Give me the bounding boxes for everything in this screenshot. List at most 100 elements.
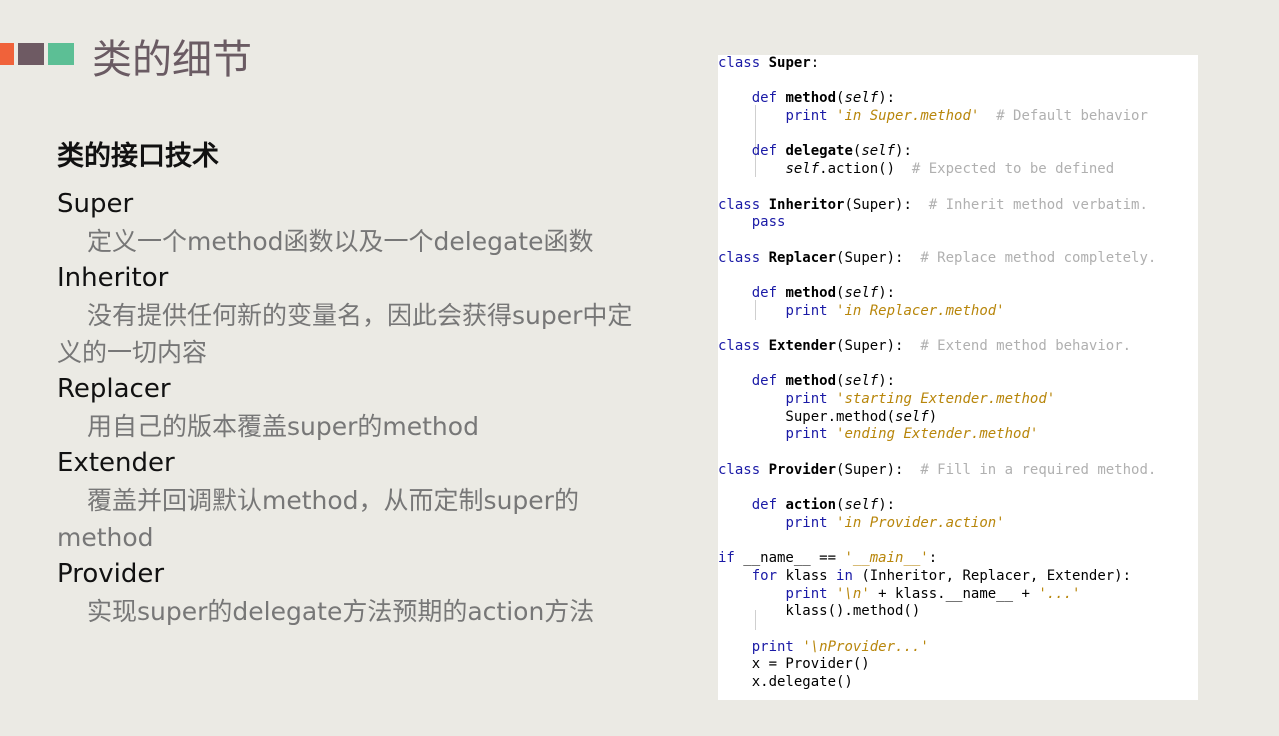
code-token: Inheritor: [768, 196, 845, 213]
code-token: 'in Provider.action': [836, 514, 1005, 531]
code-token: # Default behavior: [996, 108, 1148, 125]
code-line: print 'in Provider.action': [718, 515, 1198, 533]
code-line: print 'in Super.method' # Default behavi…: [718, 108, 1198, 126]
code-token: self: [895, 408, 929, 425]
code-token: def: [751, 373, 778, 390]
code-line: print '\n' + klass.__name__ + '...': [718, 586, 1198, 604]
code-token: def: [751, 284, 778, 301]
code-token: class: [718, 461, 761, 478]
code-token: if: [718, 550, 735, 567]
code-line: x.delegate(): [718, 674, 1198, 692]
code-token: 'starting Extender.method': [836, 391, 1056, 408]
code-token: print: [785, 391, 828, 408]
code-token: (Inheritor, Replacer, Extender):: [852, 567, 1132, 584]
code-line: def delegate(self):: [718, 143, 1198, 161]
code-line: for klass in (Inheritor, Replacer, Exten…: [718, 568, 1198, 586]
item-name-super: Super: [57, 189, 134, 219]
code-token: # Fill in a required method.: [920, 461, 1157, 478]
code-token: :: [928, 550, 938, 567]
code-token: Extender: [768, 338, 837, 354]
item-name-inheritor: Inheritor: [57, 263, 169, 293]
code-token: print: [785, 514, 828, 531]
code-token: ):: [878, 373, 896, 390]
code-token: (Super):: [844, 196, 929, 213]
code-line: print 'starting Extender.method': [718, 391, 1198, 409]
code-line: print '\nProvider...': [718, 639, 1198, 657]
code-token: Provider: [768, 461, 837, 478]
code-token: ):: [878, 497, 896, 514]
code-token: in: [836, 567, 853, 584]
code-token: '\n': [836, 585, 870, 602]
code-token: ):: [878, 90, 896, 107]
code-token: def: [751, 143, 778, 160]
code-line: x = Provider(): [718, 656, 1198, 674]
code-line: self.action() # Expected to be defined: [718, 161, 1198, 179]
item-desc-replacer: 用自己的版本覆盖super的method: [87, 412, 479, 441]
code-line: class Inheritor(Super): # Inherit method…: [718, 197, 1198, 215]
code-token: 'ending Extender.method': [836, 426, 1039, 443]
code-token: def: [751, 497, 778, 514]
code-token: # Inherit method verbatim.: [928, 196, 1148, 213]
accent-square-purple: [18, 43, 44, 65]
code-token: self: [844, 497, 879, 514]
code-token: class: [718, 249, 761, 266]
code-line: class Replacer(Super): # Replace method …: [718, 250, 1198, 268]
code-token: self: [844, 90, 879, 107]
code-token: class: [718, 338, 761, 354]
code-token: :: [810, 55, 820, 71]
code-token: self: [861, 143, 896, 160]
item-desc-super: 定义一个method函数以及一个delegate函数: [87, 227, 594, 256]
code-token: (Super):: [836, 249, 921, 266]
code-line: if __name__ == '__main__':: [718, 550, 1198, 568]
code-token: # Expected to be defined: [911, 161, 1115, 178]
accent-square-green: [48, 43, 74, 65]
code-token: action: [785, 497, 837, 514]
code-token: print: [785, 585, 828, 602]
item-desc-extender: 覆盖并回调默认method，从而定制super的method: [57, 486, 579, 552]
code-token: 'in Replacer.method': [836, 302, 1005, 319]
code-token: Super: [768, 55, 811, 71]
code-line: klass().method(): [718, 603, 1198, 621]
code-token: ):: [895, 143, 912, 160]
code-token: class: [718, 55, 761, 71]
code-token: class: [718, 196, 761, 213]
code-token: for: [751, 567, 778, 584]
code-token: def: [751, 90, 778, 107]
code-token: self: [844, 373, 879, 390]
code-token: Replacer: [768, 249, 837, 266]
code-line: Super.method(self): [718, 409, 1198, 427]
code-line: pass: [718, 214, 1198, 232]
code-token: method: [785, 90, 837, 107]
code-token: '...': [1038, 585, 1081, 602]
code-token: 'in Super.method': [836, 108, 980, 125]
code-line: def method(self):: [718, 285, 1198, 303]
item-name-extender: Extender: [57, 448, 175, 478]
